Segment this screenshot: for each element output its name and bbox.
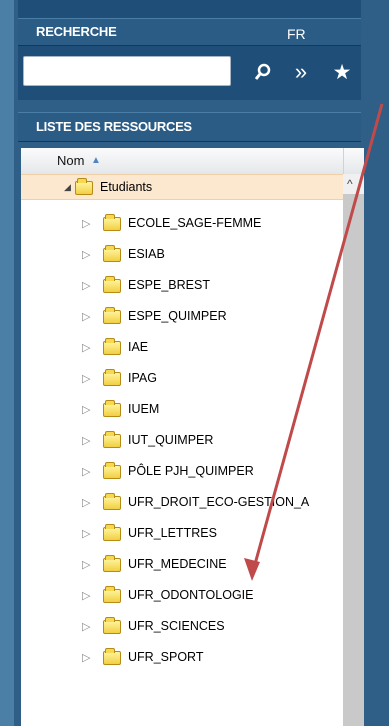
expand-icon[interactable]: ▷ [82,651,90,664]
expand-icon[interactable]: ▷ [82,372,90,385]
folder-icon [103,400,121,417]
search-panel-title: RECHERCHE [36,24,117,39]
folder-icon [103,648,121,665]
folder-icon [103,462,121,479]
search-icon-glyph [254,63,271,80]
expand-icon[interactable]: ▷ [82,620,90,633]
tree-item-label: IUT_QUIMPER [128,433,214,447]
search-input[interactable] [23,56,231,86]
tree-item-row[interactable]: ▷ IPAG [21,363,343,394]
expand-icon[interactable]: ▷ [82,248,90,261]
tree-item-label: ESIAB [128,247,165,261]
tree-item-row[interactable]: ▷ IAE [21,332,343,363]
tree-item-label: ESPE_BREST [128,278,210,292]
tree-item-row[interactable]: ▷ UFR_SPORT [21,642,343,673]
tree-item-row[interactable]: ▷ UFR_LETTRES [21,518,343,549]
folder-icon [103,431,121,448]
tree-item-row[interactable]: ▷ ESPE_BREST [21,270,343,301]
tree-item-label: UFR_DROIT_ECO-GESTION_A [128,495,310,509]
folder-icon [103,493,121,510]
expand-icon[interactable]: ▷ [82,589,90,602]
column-separator [343,148,344,174]
folder-icon [103,338,121,355]
column-name[interactable]: Nom [57,153,84,168]
grid-header[interactable]: Nom ▲ [21,148,364,175]
expand-icon[interactable]: ▷ [82,558,90,571]
tree-item-label: UFR_LETTRES [128,526,217,540]
folder-icon [103,307,121,324]
forward-icon[interactable]: » [286,58,316,86]
resource-list-title: LISTE DES RESSOURCES [36,119,192,134]
expand-icon[interactable]: ▷ [82,279,90,292]
tree-item-row[interactable]: ▷ ESPE_QUIMPER [21,301,343,332]
tree-item-row[interactable]: ▷ UFR_DROIT_ECO-GESTION_A [21,487,343,518]
tree-item-row[interactable]: ▷ UFR_MEDECINE [21,549,343,580]
language-selector[interactable]: FR [287,26,306,42]
tree-item-row[interactable]: ▷ PÔLE PJH_QUIMPER [21,456,343,487]
expand-icon[interactable]: ▷ [82,527,90,540]
tree-item-label: ESPE_QUIMPER [128,309,227,323]
tree-item-row[interactable]: ▷ IUT_QUIMPER [21,425,343,456]
tree-item-row[interactable]: ▷ ESIAB [21,239,343,270]
folder-icon [103,586,121,603]
tree-root-row[interactable]: ◢ Etudiants [21,174,343,200]
tree-item-label: UFR_SCIENCES [128,619,225,633]
tree-item-row[interactable]: ▷ UFR_ODONTOLOGIE [21,580,343,611]
expand-icon[interactable]: ▷ [82,341,90,354]
tree-item-label: UFR_MEDECINE [128,557,227,571]
favorite-icon[interactable]: ★ [327,58,357,86]
resource-tree[interactable]: ^ ◢ Etudiants ▷ ECOLE_SAGE-FEMME ▷ ESIAB ▷ ES… [21,174,364,726]
expand-icon[interactable]: ▷ [82,310,90,323]
folder-icon [103,276,121,293]
tree-item-row[interactable]: ▷ UFR_SCIENCES [21,611,343,642]
expand-icon[interactable]: ▷ [82,465,90,478]
folder-icon [103,369,121,386]
expand-icon[interactable]: ▷ [82,217,90,230]
tree-item-row[interactable]: ▷ ECOLE_SAGE-FEMME [21,208,343,239]
tree-item-label: IUEM [128,402,160,416]
tree-item-label: ECOLE_SAGE-FEMME [128,216,262,230]
search-icon[interactable] [248,58,278,86]
expand-icon[interactable]: ▷ [82,496,90,509]
tree-item-label: IAE [128,340,149,354]
folder-icon [75,178,93,195]
collapse-icon[interactable]: ◢ [64,182,71,193]
tree-root-label: Etudiants [100,180,153,194]
tree-item-label: IPAG [128,371,157,385]
left-edge [0,0,14,726]
scrollbar-thumb[interactable] [343,194,364,726]
tree-item-label: UFR_SPORT [128,650,204,664]
sort-ascending-icon[interactable]: ▲ [91,155,101,166]
tree-item-row[interactable]: ▷ IUEM [21,394,343,425]
expand-icon[interactable]: ▷ [82,403,90,416]
expand-icon[interactable]: ▷ [82,434,90,447]
folder-icon [103,555,121,572]
tree-item-label: PÔLE PJH_QUIMPER [128,464,254,478]
folder-icon [103,617,121,634]
folder-icon [103,214,121,231]
folder-icon [103,524,121,541]
scroll-up-icon[interactable]: ^ [347,177,353,191]
tree-item-label: UFR_ODONTOLOGIE [128,588,254,602]
folder-icon [103,245,121,262]
